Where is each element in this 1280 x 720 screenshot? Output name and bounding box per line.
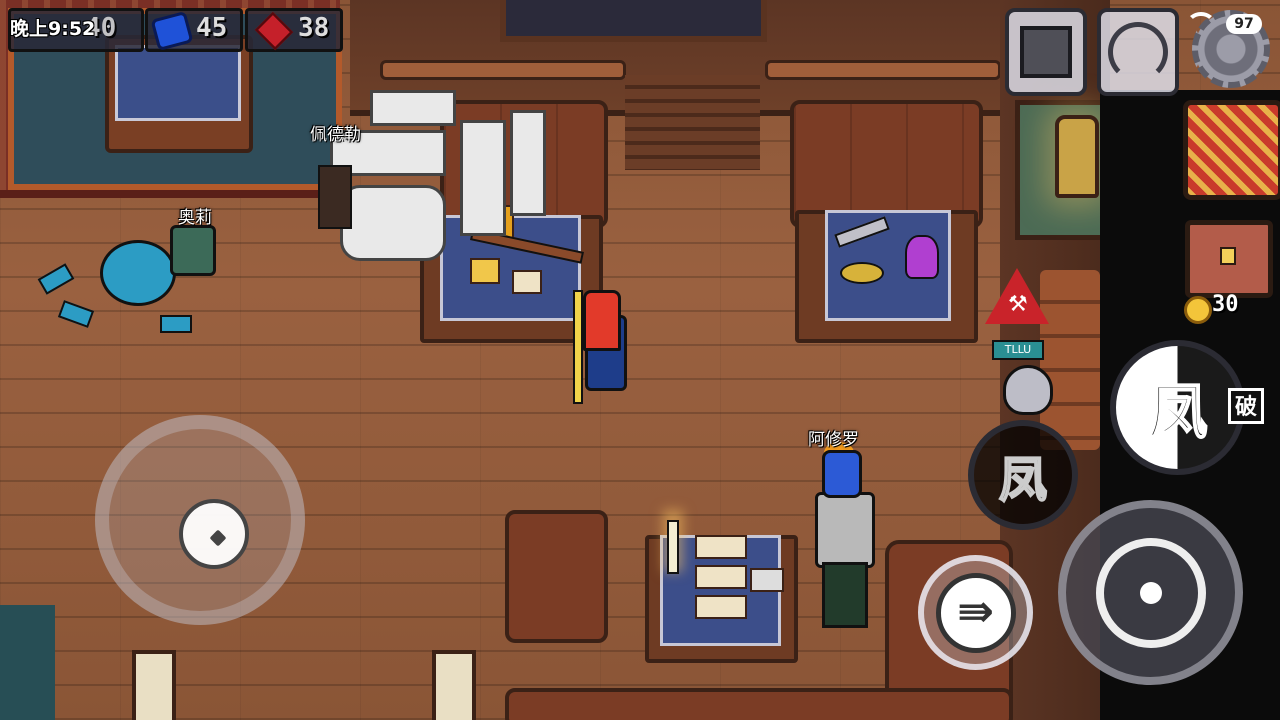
chest-lock <box>1220 247 1236 265</box>
red-gem-count: 38 <box>298 13 330 43</box>
card-1 <box>695 535 747 559</box>
wifi-icon <box>1186 12 1216 38</box>
npc-name-olly: 奥莉 <box>178 208 212 228</box>
hud-blue-gem: 45 <box>145 8 243 52</box>
npc-name-asura: 阿修罗 <box>808 430 859 450</box>
skill-glyph-secondary: 凤 <box>998 451 1048 509</box>
table-top-left-cloth <box>115 45 241 121</box>
status-time: 晚上9:52 <box>10 18 96 40</box>
railing-left <box>380 60 626 80</box>
joystick-knob[interactable] <box>179 499 249 569</box>
sofa-bottom <box>505 688 1013 720</box>
hammer-icon: ⚒ <box>1008 292 1028 317</box>
break-badge: 破 <box>1228 388 1264 424</box>
sofa-right <box>790 100 983 228</box>
wall-bench <box>1040 270 1100 450</box>
armchair <box>505 510 608 643</box>
gift-button[interactable] <box>1005 8 1087 96</box>
blue-gem-icon <box>150 10 194 52</box>
crosshair-icon <box>1096 538 1206 648</box>
skill-button[interactable]: 凤 <box>968 420 1078 530</box>
machine-part <box>100 240 176 306</box>
lamp-item <box>840 262 884 284</box>
game-scene: ⚒ TLLU 奥莉 佩德勒 阿修罗 40 晚上9:52 45 38 97 30 … <box>0 0 1280 720</box>
coin-count: 30 <box>1212 292 1239 317</box>
attack-button[interactable] <box>1058 500 1243 685</box>
player-character <box>565 290 635 410</box>
dash-arrow-icon: ⇛ <box>935 572 1016 653</box>
lantern-icon <box>1055 115 1099 198</box>
railing-right <box>765 60 1001 80</box>
warning-sign-label: TLLU <box>992 340 1044 360</box>
movement-joystick[interactable] <box>95 415 305 625</box>
npc-olly-head <box>170 225 216 276</box>
treasure-chest-icon[interactable] <box>1185 220 1273 298</box>
skill-glyph-main: 凤 <box>1147 377 1209 449</box>
battery-indicator: 97 <box>1226 14 1262 34</box>
candle-icon <box>667 520 679 574</box>
red-gem-icon <box>254 11 294 51</box>
radar-icon <box>1108 22 1168 82</box>
hud-red-gem: 38 <box>245 8 343 52</box>
dpad-icon <box>209 529 227 547</box>
shopping-cart-icon[interactable] <box>1183 100 1280 200</box>
card-2 <box>695 565 747 589</box>
sack-item <box>1003 365 1053 415</box>
pillar-right <box>432 650 476 720</box>
gift-icon <box>1020 26 1072 78</box>
radar-button[interactable] <box>1097 8 1179 96</box>
npc-olly[interactable] <box>37 225 240 345</box>
stairs <box>625 75 760 170</box>
ultimate-skill-button[interactable]: 凤 <box>1110 340 1245 475</box>
npc-asura[interactable] <box>810 442 880 630</box>
wall-painting <box>500 0 767 42</box>
npc-name-pedler: 佩德勒 <box>310 125 361 145</box>
npc-pedler[interactable] <box>318 165 352 229</box>
dice-item <box>750 568 784 592</box>
blue-gem-count: 45 <box>196 13 228 43</box>
teal-corner <box>0 605 55 720</box>
card-3 <box>695 595 747 619</box>
dash-button[interactable]: ⇛ <box>918 555 1033 670</box>
hookah-item <box>905 235 939 279</box>
pillar-left <box>132 650 176 720</box>
title-art <box>330 90 555 270</box>
coin-icon <box>1184 296 1212 324</box>
letter-item <box>512 270 542 294</box>
